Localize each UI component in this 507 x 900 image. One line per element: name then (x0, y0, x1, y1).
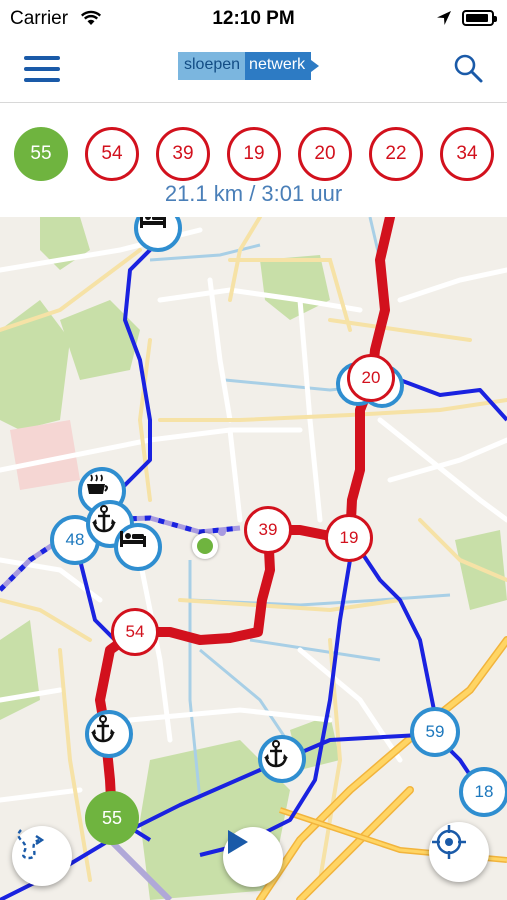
network-node-marker[interactable]: 18 (459, 767, 507, 817)
route-node[interactable]: 20 (298, 127, 352, 181)
route-node[interactable]: 39 (156, 127, 210, 181)
route-node-marker[interactable]: 20 (347, 354, 395, 402)
route-node[interactable]: 22 (369, 127, 423, 181)
bed-icon (140, 217, 166, 228)
harbor-marker[interactable] (258, 735, 306, 783)
route-node[interactable]: 54 (85, 127, 139, 181)
route-node-marker[interactable]: 54 (111, 608, 159, 656)
cafe-icon (87, 474, 108, 494)
route-mode-button[interactable] (12, 826, 72, 886)
locate-me-button[interactable] (429, 822, 489, 882)
route-bar: 55 54 39 19 20 22 34 21.1 km / 3:01 uur (0, 103, 507, 217)
crosshair-icon (432, 825, 466, 859)
nav-bar: sloepen netwerk (0, 38, 507, 103)
current-location-dot (192, 533, 218, 559)
app-logo: sloepen netwerk (178, 52, 320, 80)
anchor-icon (264, 740, 288, 768)
menu-button[interactable] (24, 55, 60, 83)
route-start-node[interactable]: 55 (14, 127, 68, 181)
route-summary: 21.1 km / 3:01 uur (164, 181, 343, 206)
network-node-marker[interactable]: 59 (410, 707, 460, 757)
play-icon (228, 830, 248, 854)
logo-text-part2: netwerk (245, 52, 320, 80)
battery-icon (462, 10, 497, 26)
anchor-icon (92, 505, 116, 533)
location-arrow-icon (437, 11, 451, 25)
search-icon (454, 54, 483, 83)
bed-icon (120, 531, 146, 547)
map[interactable]: 48 59 18 20 39 19 54 55 (0, 217, 507, 900)
route-node[interactable]: 19 (227, 127, 281, 181)
start-navigation-button[interactable] (223, 827, 283, 887)
route-squiggle-icon (17, 829, 45, 860)
logo-text-part1: sloepen (178, 52, 246, 80)
route-node-marker[interactable]: 39 (244, 506, 292, 554)
route-node-marker[interactable]: 19 (325, 514, 373, 562)
hotel-marker[interactable] (114, 523, 162, 571)
route-start-marker[interactable]: 55 (85, 791, 139, 845)
harbor-marker[interactable] (85, 710, 133, 758)
anchor-icon (91, 715, 115, 743)
search-button[interactable] (452, 52, 484, 84)
route-node[interactable]: 34 (440, 127, 494, 181)
clock: 12:10 PM (212, 8, 295, 29)
status-bar: Carrier 12:10 PM (0, 0, 507, 38)
